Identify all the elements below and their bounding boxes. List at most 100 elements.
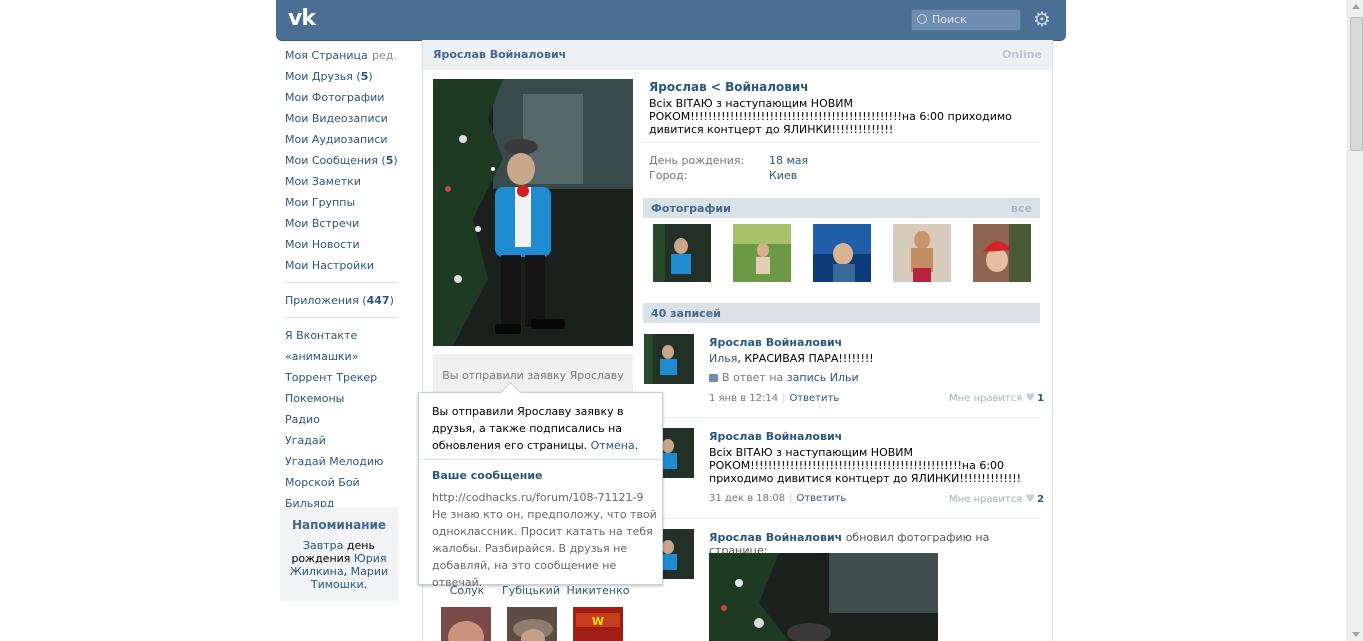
reply-link[interactable]: Ответить <box>796 493 846 504</box>
photo-thumb[interactable] <box>813 224 871 282</box>
divider <box>643 518 1040 519</box>
post-author-avatar[interactable] <box>644 334 694 384</box>
your-message-body: http://codhacks.ru/forum/108-71121-9 Не … <box>432 491 657 589</box>
profile-avatar[interactable] <box>433 79 633 346</box>
reminder-box: Напоминание Завтра день рождения Юрия Жи… <box>280 507 398 601</box>
sidebar-app-item[interactable]: Радио <box>285 409 400 430</box>
divider <box>643 417 1040 418</box>
photos-all-link[interactable]: все <box>1011 202 1032 215</box>
post-photo-image <box>709 553 938 641</box>
scroll-up-icon[interactable] <box>1352 4 1360 9</box>
reminder-title: Напоминание <box>291 518 387 532</box>
reply-prefix: В ответ на <box>722 371 784 384</box>
sidebar-item-audio[interactable]: Мои Аудиозаписи <box>285 129 400 150</box>
reminder-dot: . <box>363 578 368 591</box>
like-button[interactable]: Мне нравится ♥ 2 <box>949 492 1044 505</box>
post-body: , КРАСИВАЯ ПАРА!!!!!!!! <box>737 352 874 365</box>
sidebar-item-settings[interactable]: Мои Настройки <box>285 255 400 276</box>
sidebar-item-notes[interactable]: Мои Заметки <box>285 171 400 192</box>
sidebar-app-item[interactable]: Угадай Мелодию <box>285 451 400 472</box>
top-bar: vk ⚙ <box>276 0 1066 41</box>
sidebar-item-messages[interactable]: Мои Сообщения (5) <box>285 150 400 171</box>
post-date[interactable]: 1 янв в 12:14 <box>709 393 778 404</box>
photo-image <box>733 224 791 282</box>
photo-image <box>973 224 1031 282</box>
post-photo[interactable] <box>709 553 938 641</box>
like-count: 2 <box>1037 494 1045 505</box>
scroll-thumb[interactable] <box>1350 17 1363 151</box>
photo-image <box>653 224 711 282</box>
profile-status[interactable]: Всіх ВІТАЮ з наступающим НОВИМ РОКОМ!!!!… <box>649 97 1029 136</box>
photo-image <box>813 224 871 282</box>
reply-to-line: В ответ на запись Ильи <box>709 371 859 384</box>
sidebar-app-item[interactable]: Покемоны <box>285 388 400 409</box>
sidebar-item-label: Мои Друзья <box>285 70 353 83</box>
popup-text: Вы отправили Ярославу заявку в друзья, а… <box>432 403 657 454</box>
sidebar-item-videos[interactable]: Мои Видеозаписи <box>285 108 400 129</box>
city-value[interactable]: Киев <box>769 169 797 182</box>
vk-logo[interactable]: vk <box>288 6 316 31</box>
sidebar-app-item[interactable]: «анимашки» <box>285 346 400 367</box>
photo-thumb[interactable] <box>893 224 951 282</box>
messages-count: 5 <box>385 154 394 167</box>
like-count: 1 <box>1037 393 1045 404</box>
photo-thumb[interactable] <box>973 224 1031 282</box>
like-label: Мне нравится <box>949 494 1023 505</box>
post-author-name[interactable]: Ярослав Войналович <box>709 531 842 544</box>
sidebar-item-apps[interactable]: Приложения (447) <box>285 290 400 311</box>
sidebar-app-item[interactable]: Морской Бой <box>285 472 400 493</box>
post-author-name[interactable]: Ярослав Войналович <box>709 336 842 349</box>
photos-title[interactable]: Фотографии <box>651 202 731 215</box>
sidebar-item-friends[interactable]: Мои Друзья (5) <box>285 66 400 87</box>
friend-avatar[interactable]: W <box>573 607 623 641</box>
sidebar-item-news[interactable]: Мои Новости <box>285 234 400 255</box>
scroll-down-icon[interactable] <box>1352 632 1360 637</box>
sidebar-item-groups[interactable]: Мои Группы <box>285 192 400 213</box>
profile-header-bar: Ярослав Войналович Online <box>423 40 1052 70</box>
wall-section-header: 40 записей <box>643 303 1040 323</box>
reply-link[interactable]: Ответить <box>789 393 839 404</box>
sidebar-item-label: Мои Сообщения <box>285 154 378 167</box>
birthday-value[interactable]: 18 мая <box>769 154 808 167</box>
friend-avatar[interactable] <box>441 607 491 641</box>
post-avatar-photo <box>644 334 694 384</box>
cancel-request-link[interactable]: Отмена <box>591 439 635 452</box>
profile-header-name: Ярослав Войналович <box>433 48 567 61</box>
page-scrollbar[interactable] <box>1347 0 1363 641</box>
edit-link[interactable]: ред. <box>372 45 397 66</box>
sidebar-app-item[interactable]: Угадай <box>285 430 400 451</box>
search-input[interactable] <box>932 12 1016 27</box>
post-body: Всіх ВІТАЮ з наступающим НОВИМ РОКОМ!!!!… <box>709 446 1022 485</box>
online-status: Online <box>1001 48 1042 61</box>
sidebar-item-photos[interactable]: Мои Фотографии <box>285 87 400 108</box>
your-message-title: Ваше сообщение <box>432 469 543 482</box>
tomorrow-link[interactable]: Завтра <box>303 539 343 552</box>
reminder-text: Завтра день рождения Юрия Жилкина, Марии… <box>286 539 392 591</box>
reminder-comma: , <box>343 565 351 578</box>
sidebar-app-item[interactable]: Торрент Трекер <box>285 367 400 388</box>
gear-icon[interactable]: ⚙ <box>1032 9 1052 29</box>
friend-request-sent-button[interactable]: Вы отправили заявку Ярославу <box>433 354 633 392</box>
divider <box>643 142 1040 143</box>
friend-photo <box>513 619 553 641</box>
post-author-name[interactable]: Ярослав Войналович <box>709 430 842 443</box>
search-box[interactable] <box>911 9 1021 31</box>
friend-avatar[interactable] <box>507 607 557 641</box>
wall-title[interactable]: 40 записей <box>651 307 721 320</box>
sidebar-divider <box>285 282 398 283</box>
heart-icon: ♥ <box>1025 492 1036 505</box>
sidebar-item-events[interactable]: Мои Встречи <box>285 213 400 234</box>
photo-thumb[interactable] <box>653 224 711 282</box>
post-meta: 31 дек в 18:08 | Ответить <box>709 493 847 504</box>
post-date[interactable]: 31 дек в 18:08 <box>709 493 785 504</box>
sidebar-app-item[interactable]: Я Вконтакте <box>285 325 400 346</box>
apps-count: 447 <box>366 294 390 307</box>
post-text: Илья, КРАСИВАЯ ПАРА!!!!!!!! <box>709 352 1034 365</box>
comment-icon <box>709 374 718 382</box>
photo-thumb[interactable] <box>733 224 791 282</box>
mention-link[interactable]: Илья <box>709 352 737 365</box>
reply-target-link[interactable]: запись Ильи <box>787 371 859 384</box>
like-button[interactable]: Мне нравится ♥ 1 <box>949 391 1044 404</box>
like-label: Мне нравится <box>949 393 1023 404</box>
left-sidebar: Моя Страница ред. Мои Друзья (5) Мои Фот… <box>285 45 400 514</box>
